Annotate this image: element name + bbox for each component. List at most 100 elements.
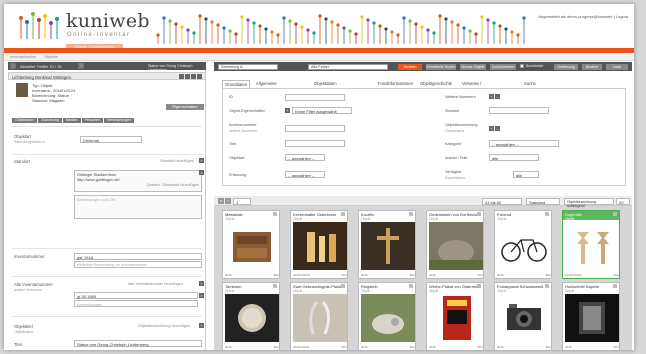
object-card[interactable]: Dogenfiel Objekt 2016/1/0110 JPG (562, 210, 620, 279)
remove-icon[interactable]: – (495, 94, 500, 99)
breadcrumb-item[interactable]: Inventarisation (10, 54, 36, 59)
subtab-zuordnung[interactable]: Zuordnung (38, 118, 62, 123)
edit-icon[interactable] (545, 212, 549, 216)
object-card[interactable]: Kerzenhalter Osterkerze Objekt 2016/1/0040… (290, 210, 348, 279)
edit-icon[interactable] (477, 284, 481, 288)
altnr-input[interactable]: gt 30-1855 (74, 292, 198, 299)
altnr-note[interactable]: Bemerkungen (74, 300, 198, 307)
inventarnr-input[interactable]: gst_9116 (74, 253, 202, 260)
subtab-objektdaten[interactable]: Objektdaten (12, 118, 38, 123)
objekttitel-add-link[interactable]: Objektbezeichnung hinzufügen (138, 324, 190, 328)
sort-button[interactable]: Sortierung (554, 63, 578, 70)
eigenschaften-button[interactable]: Eigenschaften (166, 104, 204, 110)
edit-icon[interactable] (613, 212, 617, 216)
first-page-icon[interactable]: « (218, 198, 224, 204)
edit-icon[interactable] (273, 284, 277, 288)
candle-image[interactable] (293, 222, 347, 270)
scope-select[interactable]: Sammlung A (218, 63, 278, 70)
edit-icon[interactable] (341, 212, 345, 216)
figure-image[interactable] (565, 222, 619, 270)
add-icon[interactable]: + (199, 158, 204, 163)
print-icon[interactable] (179, 74, 184, 79)
add-icon[interactable]: + (199, 281, 204, 286)
object-card[interactable]: Tamburin Objekt 2016 JPG (222, 282, 280, 350)
subtab-medien[interactable]: Medien (62, 118, 81, 123)
bicycle-image[interactable] (497, 222, 551, 270)
reset-button[interactable]: Zurücksetzen (490, 63, 516, 70)
object-card[interactable]: Ringstein Objekt 2016 JPG (358, 282, 416, 350)
edited-checkbox[interactable] (520, 64, 524, 68)
camera-image[interactable] (497, 294, 551, 342)
object-card[interactable]: Zwei Gebrauchsgüte-Plastiken Objekt 2016/1… (290, 282, 348, 350)
inventarnr-search-input[interactable] (285, 125, 345, 132)
altnr-add-link[interactable]: Alte Inventarnummer hinzufügen (128, 282, 183, 286)
tab-geschichte[interactable]: Objektgeschichte (418, 80, 454, 88)
tambourine-image[interactable] (225, 294, 279, 342)
user-info[interactable]: Angemeldet als demo.progress@kuniweb | L… (538, 14, 628, 19)
remove-icon[interactable]: × (199, 293, 204, 298)
tab-fund[interactable]: Fundinformationen (376, 80, 415, 88)
titel-search-input[interactable] (285, 140, 345, 147)
edit-icon[interactable] (545, 284, 549, 288)
object-card[interactable]: Gedenkstein von Dorfkirche Objekt 2016 JPG (426, 210, 484, 279)
edit-icon[interactable] (613, 284, 617, 288)
add-icon[interactable]: + (199, 323, 204, 328)
remove-icon[interactable]: – (495, 126, 500, 131)
lock-icon[interactable] (191, 74, 196, 79)
edit-icon[interactable] (477, 212, 481, 216)
add-icon[interactable]: + (489, 126, 494, 131)
object-card[interactable]: Messkiste Objekt 2016 JPG (222, 210, 280, 279)
filter-value[interactable]: Keine Filter ausgewählt (292, 107, 352, 114)
page-input[interactable]: 1 (233, 197, 251, 205)
list-button[interactable]: Liste (606, 63, 628, 70)
tab-objektdaten[interactable]: Objektdaten Informationen (312, 80, 342, 94)
verfuegbar-select[interactable]: alle (513, 171, 539, 178)
subtab-verknuepfungen[interactable]: Verknüpfungen (103, 118, 135, 123)
extended-search-button[interactable]: Erweiterte Suche (426, 63, 456, 70)
search-button[interactable]: Suchen (398, 63, 422, 70)
chest-image[interactable] (225, 222, 279, 270)
filter-icon[interactable]: + (285, 108, 290, 113)
new-object-button[interactable]: Neues Objekt (460, 63, 486, 70)
stone-image[interactable] (429, 222, 483, 270)
woodcut-image[interactable] (565, 294, 619, 342)
standort-notes[interactable]: Bemerkungen zum Ort (74, 195, 202, 219)
object-card[interactable]: Holzschnitt Kapelle Objekt 2016 JPG (562, 282, 620, 350)
sort-order-select[interactable]: Objektbezeichnung aufsteigend (564, 197, 614, 208)
stone-object-image[interactable] (361, 294, 415, 342)
object-card[interactable]: Kruzifix Objekt 2016 JPG (358, 210, 416, 279)
objektart-select[interactable]: Denkmal (80, 136, 142, 143)
erfassung-select[interactable]: -- auswählen -- (285, 171, 325, 178)
sculpture-image[interactable] (293, 294, 347, 342)
field-select[interactable]: Alle Felder (308, 63, 388, 70)
kategorie-select[interactable]: -- auswählen -- (489, 140, 559, 147)
prev-arrow-icon[interactable]: ‹ (10, 63, 16, 69)
object-card[interactable]: Fahrrad Objekt 2016 JPG (494, 210, 552, 279)
remove-icon[interactable]: × (199, 170, 204, 175)
tab-grunddaten[interactable]: Grunddaten (222, 80, 251, 88)
object-thumbnail[interactable] (16, 83, 28, 97)
object-card[interactable]: Werbe-Plakat von Österreich Objekt 2016 JPG (426, 282, 484, 350)
titel-input[interactable]: Statue von Georg Christoph Lichtenberg (74, 340, 202, 347)
objektart-search-select[interactable]: -- auswählen -- (285, 154, 325, 161)
breadcrumb-item[interactable]: Objekte (44, 54, 58, 59)
standort-add2[interactable]: Quellen / Standorte hinzufügen (77, 183, 199, 188)
edit-icon[interactable] (409, 284, 413, 288)
subtab-personen[interactable]: Personen (81, 118, 103, 123)
per-page-select[interactable]: 20 (616, 197, 630, 205)
tab-allgemein[interactable]: Allgemeine Informationen (254, 80, 284, 94)
standort-box[interactable]: Göttinger Stadtzentrum http://www.goetti… (74, 170, 202, 192)
edit-icon[interactable] (273, 212, 277, 216)
next-arrow-icon[interactable]: › (78, 63, 84, 69)
edit-icon[interactable] (409, 212, 413, 216)
id-input[interactable] (285, 94, 345, 101)
tab-suche-speichern[interactable]: Suche speichern (522, 80, 544, 94)
prev-page-icon[interactable]: ‹ (225, 198, 231, 204)
copy-icon[interactable] (185, 74, 190, 79)
poster-image[interactable] (429, 294, 483, 342)
object-card[interactable]: Fotoapparat Schwarzweiß Objekt 2016 JPG (494, 282, 552, 350)
anzahl-select[interactable]: alle (489, 154, 539, 161)
edit-button[interactable]: Ändern (582, 63, 602, 70)
sort-select[interactable]: Standard (526, 197, 560, 205)
standort-add-link[interactable]: Standort hinzufügen (160, 159, 194, 163)
